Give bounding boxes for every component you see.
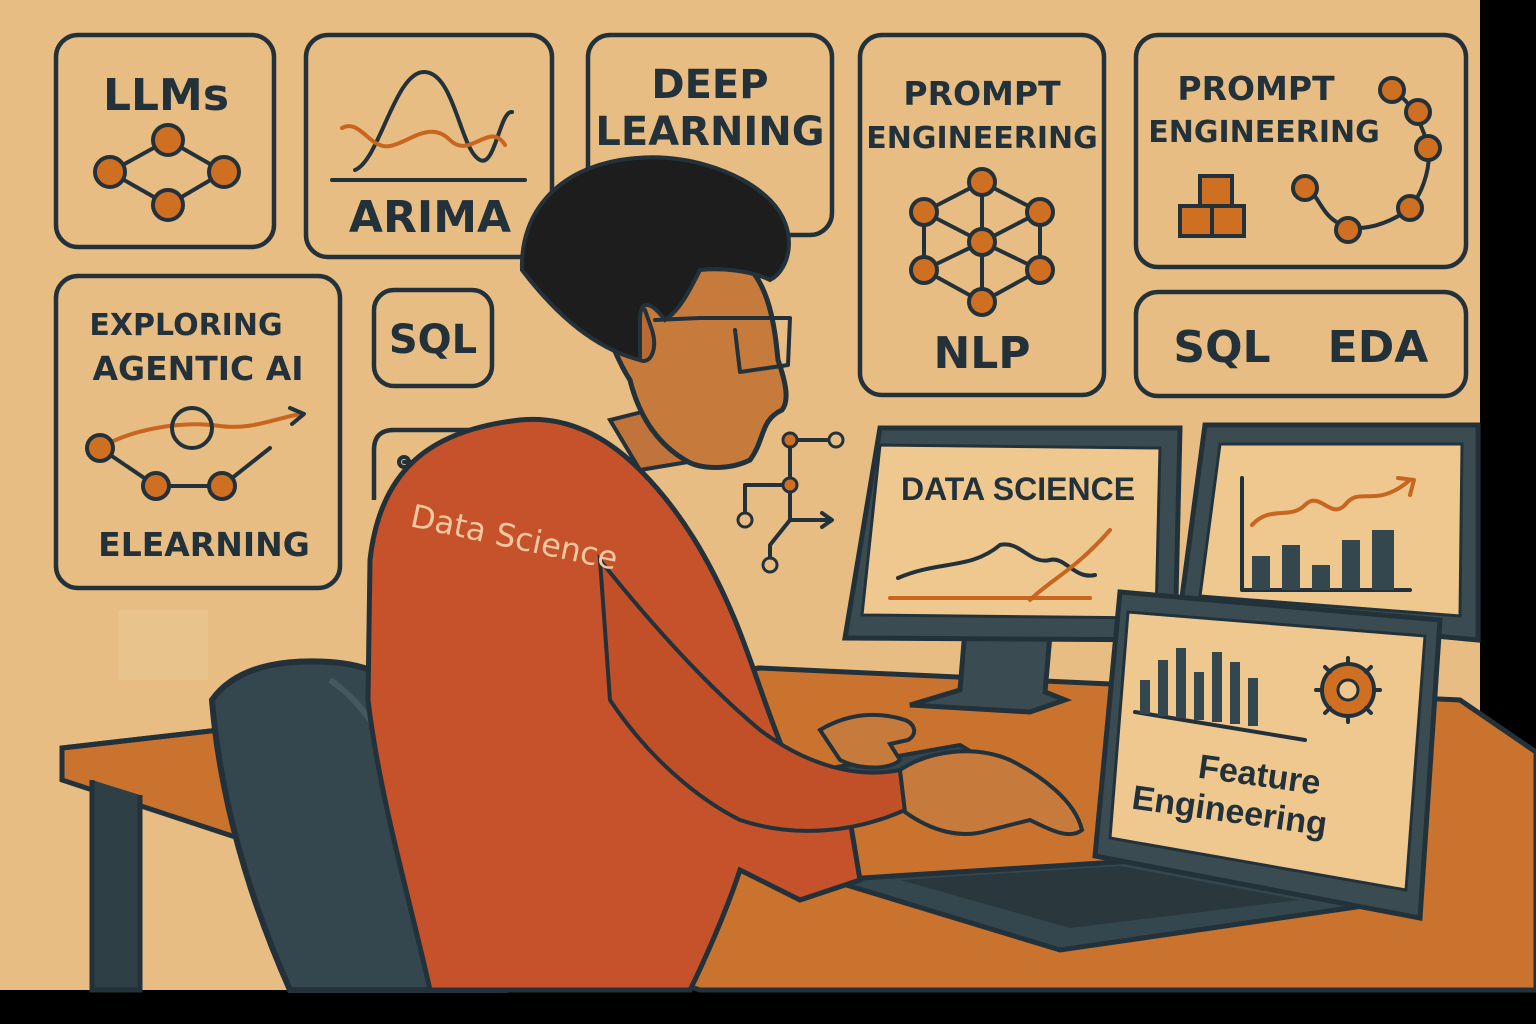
card-exploring-label-2: AGENTIC AI bbox=[92, 349, 303, 388]
card-llms-label: LLMs bbox=[103, 70, 229, 121]
card-sql-eda-label-2: EDA bbox=[1328, 322, 1429, 373]
bottom-edge bbox=[0, 990, 1536, 1024]
monitor-left-title: DATA SCIENCE bbox=[901, 471, 1135, 507]
card-arima-label: ARIMA bbox=[349, 192, 511, 243]
card-prompt-a-label-1: PROMPT bbox=[903, 74, 1061, 113]
card-prompt-a-label-2: ENGINEERING bbox=[866, 121, 1097, 156]
card-sql-eda-label-1: SQL bbox=[1173, 322, 1270, 373]
card-nlp-label: NLP bbox=[933, 328, 1030, 379]
gear-icon bbox=[1314, 656, 1382, 724]
card-deep-label-2: LEARNING bbox=[595, 109, 824, 155]
card-deep-label-1: DEEP bbox=[651, 62, 768, 108]
background-patch bbox=[118, 610, 208, 680]
illustration: LLMs ARIMA DEEP LEARNING PROMPT ENGINEER… bbox=[0, 0, 1536, 1024]
card-prompt-b-label-2: ENGINEERING bbox=[1148, 115, 1379, 150]
card-exploring-label-1: EXPLORING bbox=[89, 308, 282, 343]
card-elearning-label: ELEARNING bbox=[98, 525, 310, 564]
card-prompt-b-label-1: PROMPT bbox=[1177, 69, 1335, 108]
card-sql-label: SQL bbox=[389, 317, 477, 363]
